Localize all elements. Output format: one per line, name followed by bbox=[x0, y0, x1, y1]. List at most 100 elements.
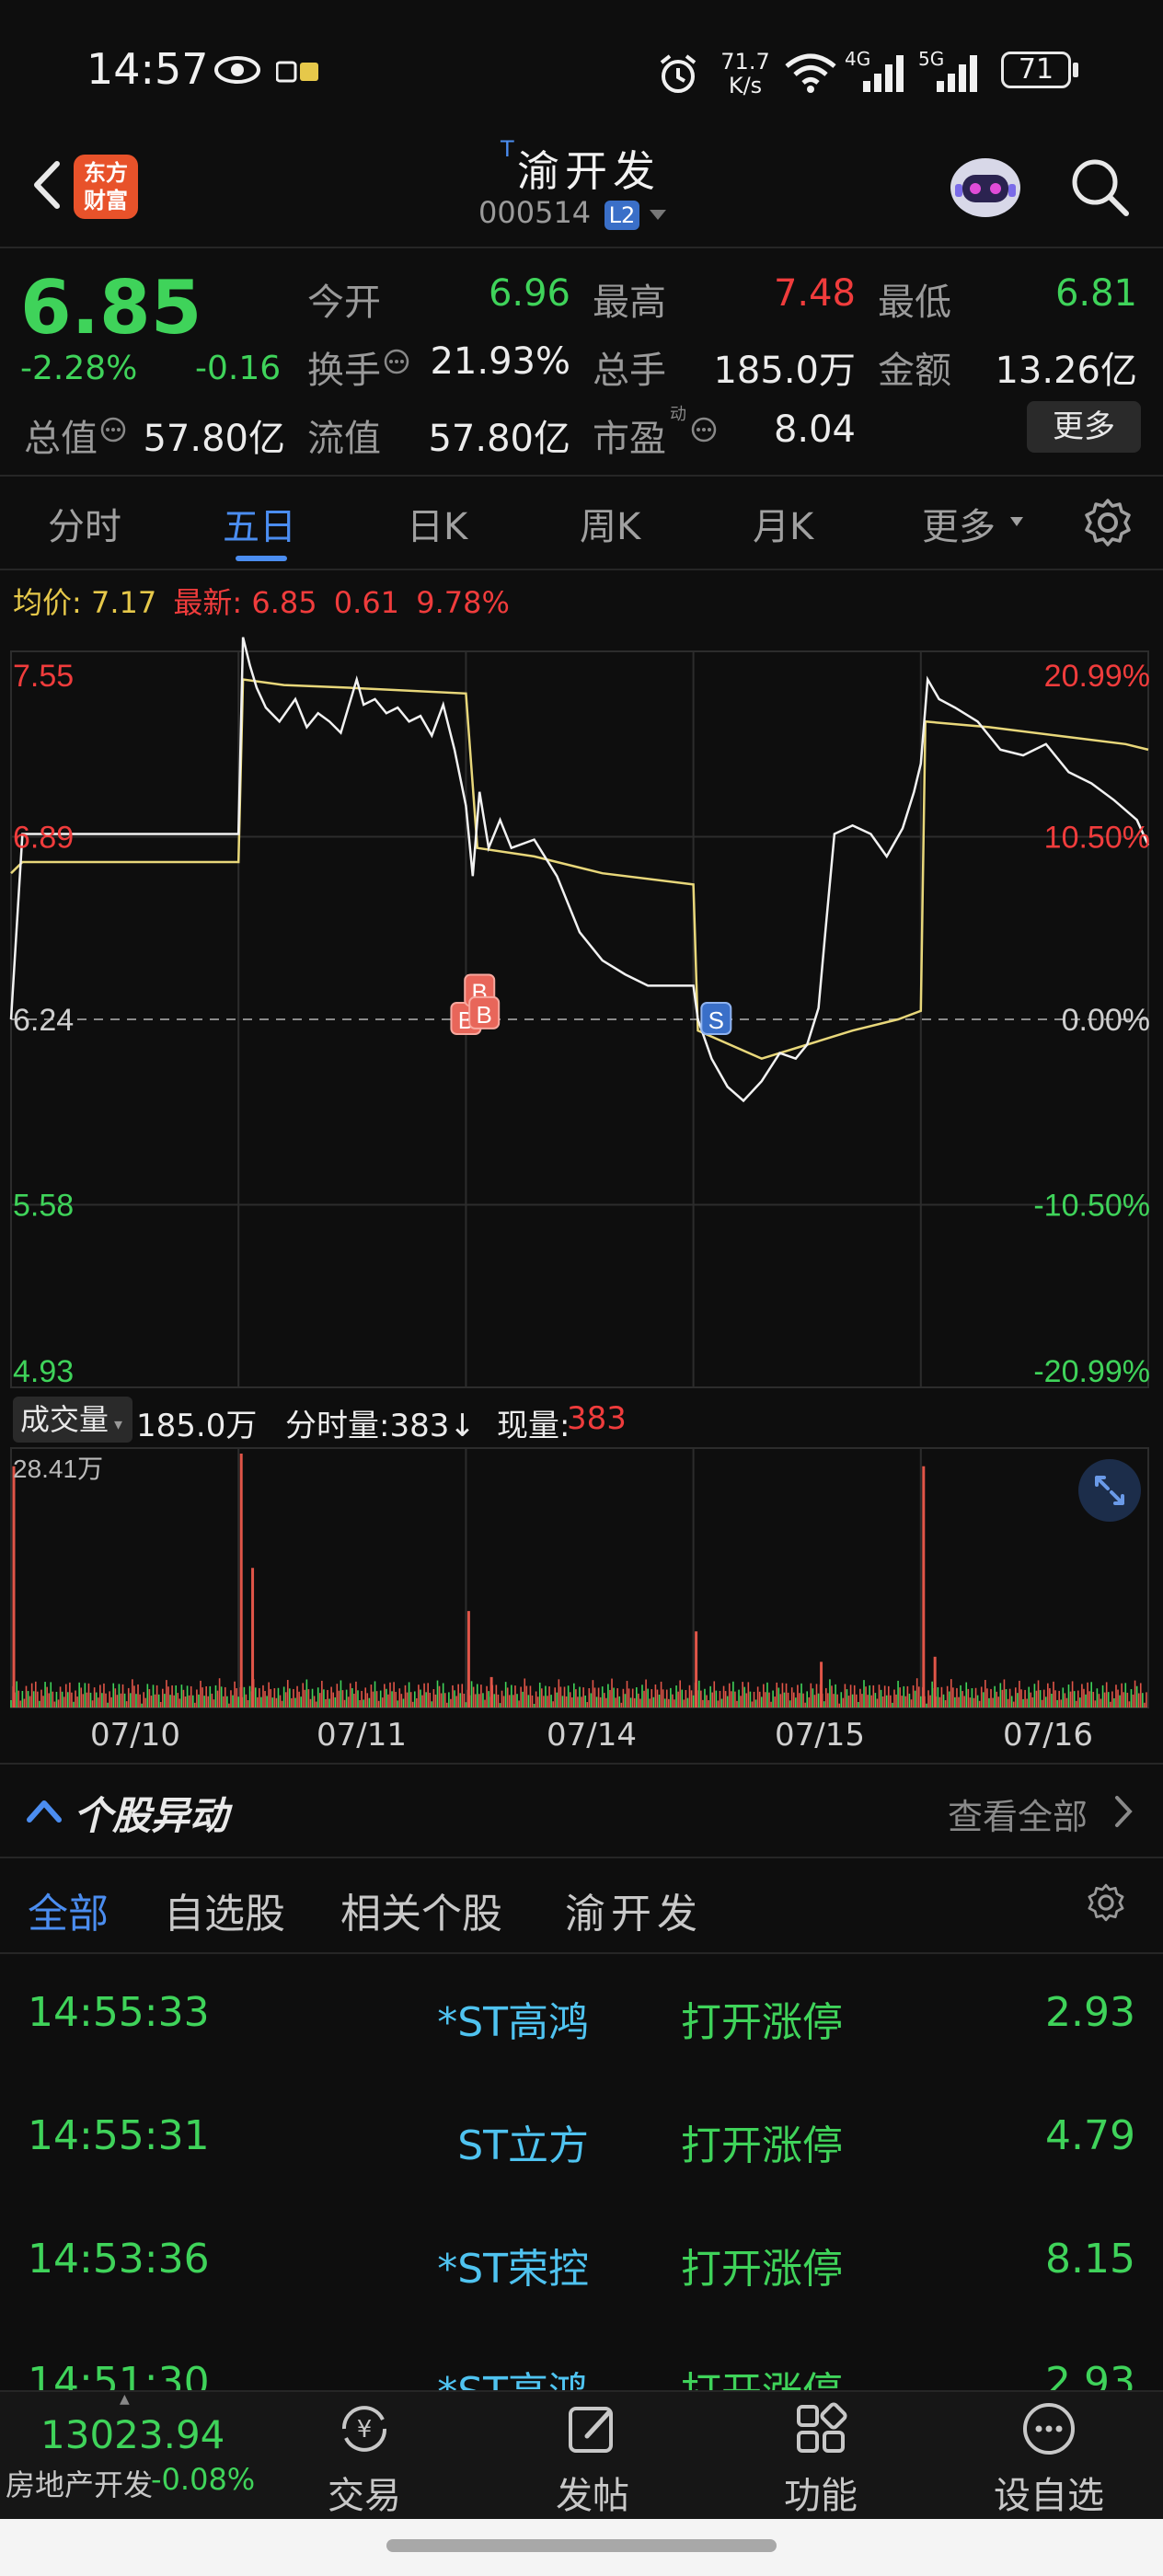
filter-settings-gear-icon[interactable] bbox=[1086, 1882, 1126, 1923]
home-indicator[interactable] bbox=[386, 2539, 777, 2552]
left-tick-label: 6.89 bbox=[13, 821, 74, 856]
net-speed: 71.7 K/s bbox=[718, 50, 773, 98]
event-type: 打开涨停 bbox=[681, 2122, 843, 2169]
stock-code[interactable]: 000514 bbox=[478, 195, 591, 230]
latest-change: 0.61 bbox=[333, 585, 400, 620]
open-value: 6.96 bbox=[488, 272, 570, 315]
tab-daily-k[interactable]: 日K bbox=[407, 497, 467, 550]
collapse-caret-icon[interactable] bbox=[24, 1794, 64, 1827]
event-time: 14:55:31 bbox=[28, 2112, 210, 2159]
five-day-price-chart[interactable]: BBB S 7.556.896.245.584.93 20.99%10.50%0.… bbox=[0, 622, 1163, 1395]
chevron-right-icon[interactable] bbox=[1110, 1792, 1137, 1831]
left-tick-label: 4.93 bbox=[13, 1354, 74, 1389]
latest-value: 6.85 bbox=[251, 585, 317, 620]
buy-marker: B bbox=[468, 995, 501, 1029]
volume-caret-icon: ▾ bbox=[114, 1415, 123, 1434]
sector-index-value[interactable]: 13023.94 bbox=[40, 2412, 225, 2457]
list-item[interactable]: 14:51:30 *ST高鸿 打开涨停 2.93 bbox=[0, 2357, 1163, 2390]
event-stock-name[interactable]: *ST荣控 bbox=[368, 2236, 589, 2294]
event-value: 2.93 bbox=[1045, 1989, 1135, 2036]
app-logo: 东方 财富 bbox=[74, 155, 138, 219]
date-label: 07/16 bbox=[1003, 1717, 1093, 1754]
low-label: 最低 bbox=[878, 282, 951, 324]
volume-chart[interactable]: 28.41万 bbox=[0, 1446, 1163, 1713]
event-stock-name[interactable]: *ST高鸿 bbox=[368, 1989, 589, 2048]
mktcap-label: 总值 bbox=[24, 418, 98, 460]
filter-watchlist[interactable]: 自选股 bbox=[164, 1880, 285, 1939]
trade-icon[interactable]: ¥ bbox=[335, 2399, 394, 2458]
filter-this-stock[interactable]: 渝开发 bbox=[565, 1880, 703, 1939]
list-item[interactable]: 14:53:36 *ST荣控 打开涨停 8.15 bbox=[0, 2234, 1163, 2326]
volume-value: 185.0万 bbox=[713, 350, 856, 392]
info-icon[interactable] bbox=[99, 416, 127, 443]
minute-volume: 分时量:383↓ bbox=[285, 1408, 476, 1444]
logo-line2: 财富 bbox=[84, 188, 128, 213]
amount-value: 13.26亿 bbox=[995, 350, 1137, 392]
high-value: 7.48 bbox=[773, 272, 856, 315]
status-time: 14:57 bbox=[86, 44, 209, 94]
date-label: 07/10 bbox=[90, 1717, 180, 1754]
sector-index-pct: -0.08% bbox=[151, 2462, 256, 2497]
float-value: 57.80亿 bbox=[428, 418, 570, 460]
mktcap-value: 57.80亿 bbox=[143, 418, 285, 460]
list-item[interactable]: 14:55:31 ST立方 打开涨停 4.79 bbox=[0, 2110, 1163, 2202]
dropdown-caret-icon[interactable] bbox=[648, 208, 668, 223]
latest-pct: 9.78% bbox=[416, 585, 510, 620]
tab-more[interactable]: 更多 bbox=[922, 497, 996, 550]
volume-button-label: 成交量 bbox=[20, 1402, 109, 1437]
nav-apps-label[interactable]: 功能 bbox=[747, 2466, 894, 2519]
event-time: 14:53:36 bbox=[28, 2236, 210, 2283]
nav-trade-label[interactable]: 交易 bbox=[291, 2466, 438, 2519]
filter-related[interactable]: 相关个股 bbox=[340, 1880, 502, 1939]
volume-indicator-button[interactable]: 成交量 ▾ bbox=[13, 1397, 132, 1443]
amount-label: 金额 bbox=[878, 350, 951, 392]
tab-monthly-k[interactable]: 月K bbox=[753, 497, 813, 550]
info-icon[interactable] bbox=[383, 348, 410, 375]
index-caret-icon[interactable]: ▲ bbox=[120, 2392, 130, 2407]
level2-badge[interactable]: L2 bbox=[605, 201, 639, 230]
event-stock-name[interactable]: *ST高鸿 bbox=[368, 2359, 589, 2390]
date-label: 07/11 bbox=[317, 1717, 407, 1754]
expand-icon[interactable] bbox=[1078, 1459, 1141, 1522]
volume-total: 185.0万 bbox=[136, 1408, 258, 1444]
net-speed-value: 71.7 bbox=[720, 49, 770, 75]
nav-watchlist-label[interactable]: 设自选 bbox=[975, 2466, 1123, 2519]
event-stock-name[interactable]: ST立方 bbox=[368, 2112, 589, 2171]
right-tick-label: -20.99% bbox=[1033, 1354, 1150, 1389]
volume-frame bbox=[10, 1447, 1149, 1708]
pe-label: 市盈 bbox=[593, 418, 666, 460]
divider bbox=[0, 1952, 1163, 1954]
back-arrow-icon[interactable] bbox=[20, 153, 75, 217]
add-watchlist-icon[interactable] bbox=[1019, 2399, 1078, 2458]
info-icon[interactable] bbox=[690, 416, 718, 443]
tab-intraday[interactable]: 分时 bbox=[48, 497, 121, 550]
tab-more-caret-icon[interactable] bbox=[1008, 515, 1025, 528]
battery-tip bbox=[1073, 63, 1078, 77]
robot-assistant-icon[interactable] bbox=[946, 153, 1025, 223]
search-icon[interactable] bbox=[1067, 155, 1132, 219]
current-volume-label: 现量: bbox=[497, 1408, 570, 1444]
turnover-label: 换手 bbox=[307, 350, 381, 392]
high-label: 最高 bbox=[593, 282, 666, 324]
volume-grid bbox=[10, 1447, 1149, 1708]
event-type: 打开涨停 bbox=[681, 2246, 843, 2293]
percent-change: -2.28% bbox=[20, 350, 138, 387]
event-value: 2.93 bbox=[1045, 2359, 1135, 2390]
tab-weekly-k[interactable]: 周K bbox=[580, 497, 640, 550]
nav-post-label[interactable]: 发帖 bbox=[519, 2466, 666, 2519]
more-button[interactable]: 更多 bbox=[1027, 401, 1141, 453]
left-tick-label: 5.58 bbox=[13, 1189, 74, 1224]
apps-icon[interactable] bbox=[791, 2399, 850, 2458]
post-icon[interactable] bbox=[563, 2399, 622, 2458]
view-all-link[interactable]: 查看全部 bbox=[948, 1788, 1088, 1839]
right-tick-label: -10.50% bbox=[1033, 1189, 1150, 1224]
sector-index-name[interactable]: 房地产开发 bbox=[6, 2462, 153, 2504]
marker-label: B bbox=[477, 1001, 492, 1029]
filter-all[interactable]: 全部 bbox=[28, 1880, 109, 1939]
stock-name[interactable]: 渝开发 bbox=[478, 138, 699, 199]
average-price-line bbox=[10, 678, 1149, 1061]
tab-five-day[interactable]: 五日 bbox=[223, 497, 296, 550]
gear-icon[interactable] bbox=[1082, 497, 1134, 548]
list-item[interactable]: 14:55:33 *ST高鸿 打开涨停 2.93 bbox=[0, 1987, 1163, 2079]
latest-label: 最新: bbox=[173, 585, 243, 620]
